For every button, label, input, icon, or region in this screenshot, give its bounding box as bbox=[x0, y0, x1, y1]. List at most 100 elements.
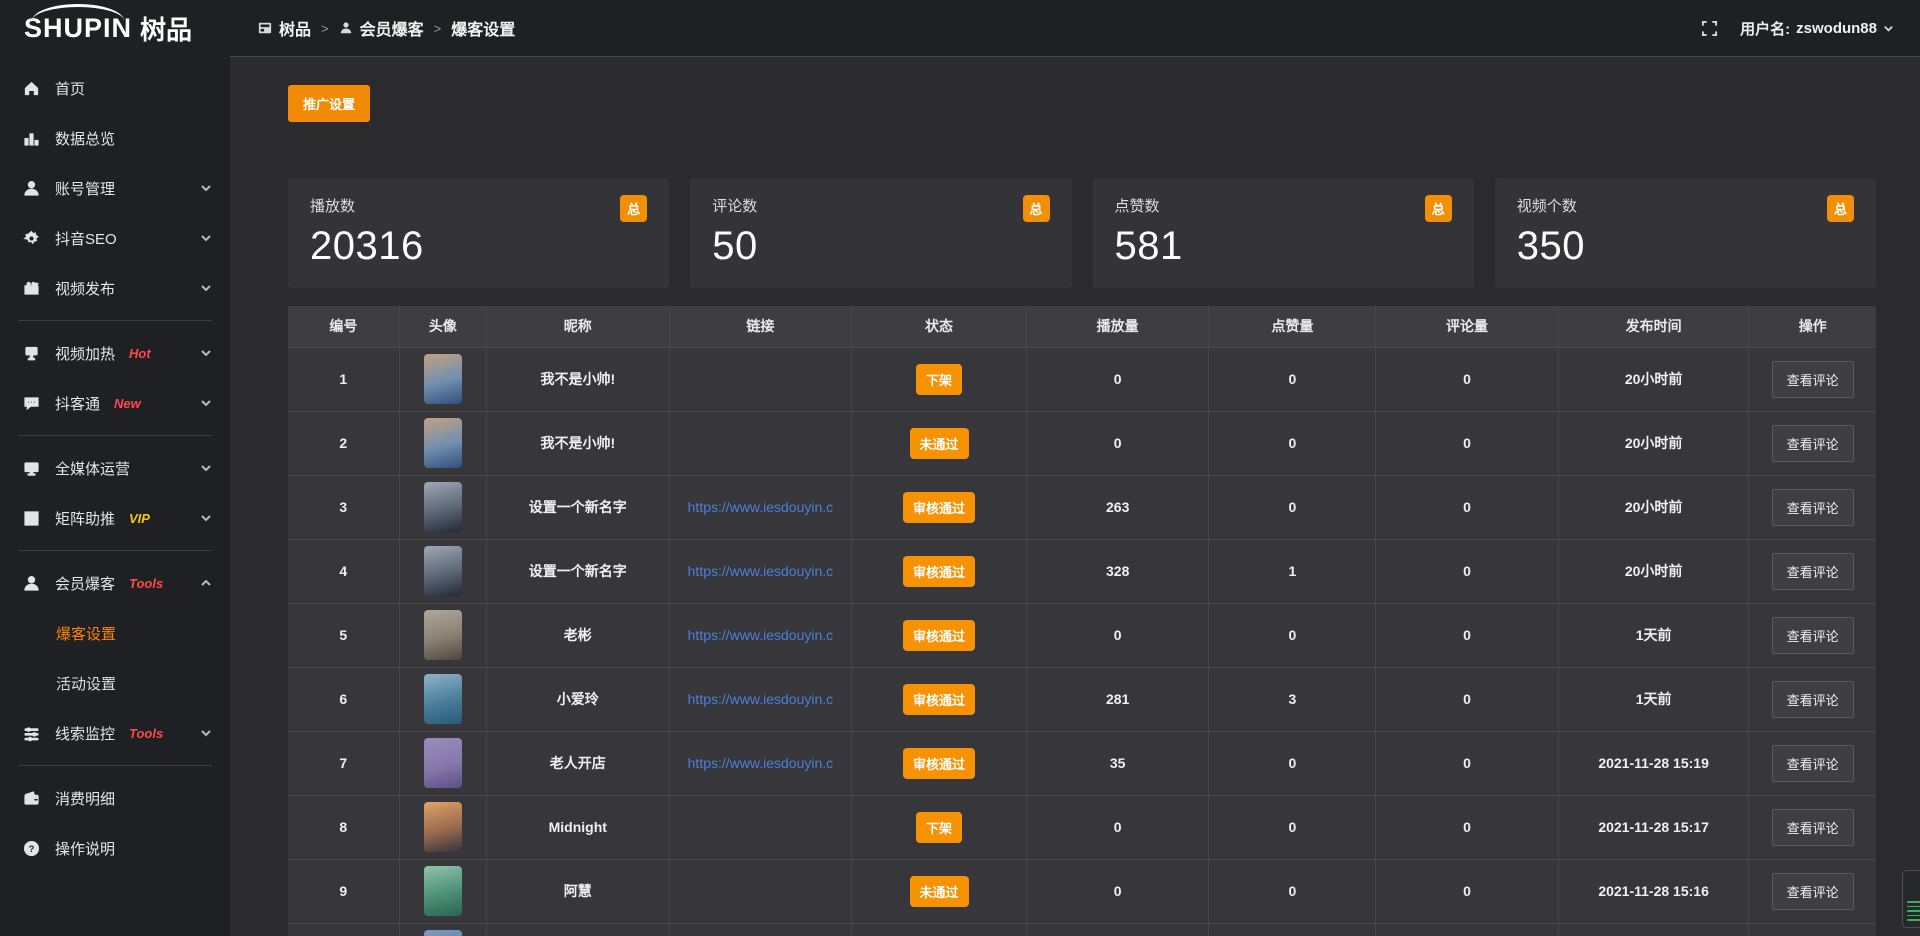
sidebar-item-label: 会员爆客 bbox=[55, 573, 115, 594]
chat-icon bbox=[22, 394, 40, 412]
cell-likes bbox=[1209, 923, 1376, 936]
cell-id: 2 bbox=[288, 411, 399, 475]
sidebar-item-视频发布[interactable]: 视频发布 bbox=[0, 263, 230, 313]
stat-card-评论数: 评论数总50 bbox=[690, 178, 1071, 288]
video-link[interactable]: https://www.iesdouyin.c bbox=[688, 563, 834, 579]
cell-actions: 查看评论 bbox=[1749, 411, 1876, 475]
sidebar-item-消费明细[interactable]: 消费明细 bbox=[0, 773, 230, 823]
breadcrumb-item-member[interactable]: 会员爆客 bbox=[339, 16, 424, 40]
avatar bbox=[424, 354, 462, 404]
status-badge: 审核通过 bbox=[903, 492, 975, 523]
view-comments-button[interactable]: 查看评论 bbox=[1772, 617, 1854, 654]
cell-nickname: 设置一个新名字 bbox=[486, 539, 669, 603]
sidebar-item-数据总览[interactable]: 数据总览 bbox=[0, 113, 230, 163]
help-icon: ? bbox=[22, 839, 40, 857]
video-link[interactable]: https://www.iesdouyin.c bbox=[688, 755, 834, 771]
breadcrumb-separator: > bbox=[321, 21, 329, 36]
cell-id: 7 bbox=[288, 731, 399, 795]
cell-actions: 查看评论 bbox=[1749, 475, 1876, 539]
chart-icon bbox=[22, 129, 40, 147]
cell-actions: 查看评论 bbox=[1749, 795, 1876, 859]
sidebar-divider bbox=[18, 320, 212, 321]
sidebar-item-视频加热[interactable]: 视频加热Hot bbox=[0, 328, 230, 378]
cell-time: 20小时前 bbox=[1558, 539, 1749, 603]
view-comments-button[interactable]: 查看评论 bbox=[1772, 361, 1854, 398]
status-badge: 下架 bbox=[916, 812, 962, 843]
sidebar-item-抖音SEO[interactable]: 抖音SEO bbox=[0, 213, 230, 263]
cell-link bbox=[669, 795, 852, 859]
sidebar-item-label: 矩阵助推 bbox=[55, 508, 115, 529]
video-icon bbox=[22, 279, 40, 297]
sidebar-item-全媒体运营[interactable]: 全媒体运营 bbox=[0, 443, 230, 493]
cell-nickname: 小爱玲 bbox=[486, 667, 669, 731]
view-comments-button[interactable]: 查看评论 bbox=[1772, 873, 1854, 910]
cell-link bbox=[669, 923, 852, 936]
cell-time: 20小时前 bbox=[1558, 475, 1749, 539]
cell-time: 2021-11-28 15:19 bbox=[1558, 731, 1749, 795]
heat-icon bbox=[22, 344, 40, 362]
brand-logo[interactable]: SHUPIN 树品 bbox=[0, 0, 230, 57]
user-menu[interactable]: 用户名: zswodun88 bbox=[1740, 18, 1894, 39]
cell-actions: 查看评论 bbox=[1749, 667, 1876, 731]
cell-plays bbox=[1026, 923, 1209, 936]
sidebar-subitem-爆客设置[interactable]: 爆客设置 bbox=[0, 608, 230, 658]
column-header-发布时间: 发布时间 bbox=[1558, 306, 1749, 347]
sidebar-item-首页[interactable]: 首页 bbox=[0, 63, 230, 113]
column-header-评论量: 评论量 bbox=[1376, 306, 1559, 347]
cell-nickname: 老人开店 bbox=[486, 731, 669, 795]
cell-comments: 0 bbox=[1376, 667, 1559, 731]
cell-comments: 0 bbox=[1376, 475, 1559, 539]
sidebar-item-操作说明[interactable]: ?操作说明 bbox=[0, 823, 230, 873]
cell-nickname: 老彬 bbox=[486, 603, 669, 667]
table-row: 4设置一个新名字https://www.iesdouyin.c审核通过32810… bbox=[288, 539, 1876, 603]
avatar bbox=[424, 482, 462, 532]
svg-text:?: ? bbox=[28, 843, 34, 854]
stat-card-播放数: 播放数总20316 bbox=[288, 178, 669, 288]
sidebar-item-会员爆客[interactable]: 会员爆客Tools bbox=[0, 558, 230, 608]
promo-settings-button[interactable]: 推广设置 bbox=[288, 85, 370, 122]
cell-avatar bbox=[399, 539, 486, 603]
cell-nickname: Midnight bbox=[486, 795, 669, 859]
cell-status: 下架 bbox=[852, 347, 1027, 411]
sidebar-item-矩阵助推[interactable]: 矩阵助推VIP bbox=[0, 493, 230, 543]
sidebar-item-账号管理[interactable]: 账号管理 bbox=[0, 163, 230, 213]
avatar bbox=[424, 930, 462, 936]
wallet-icon bbox=[22, 789, 40, 807]
sidebar: SHUPIN 树品 首页数据总览账号管理抖音SEO视频发布视频加热Hot抖客通N… bbox=[0, 0, 230, 936]
cell-likes: 1 bbox=[1209, 539, 1376, 603]
cell-actions: 查看评论 bbox=[1749, 859, 1876, 923]
cell-nickname: 阿慧 bbox=[486, 859, 669, 923]
topbar: 树品 > 会员爆客 > 爆客设置 用户名: zswodun88 bbox=[230, 0, 1920, 57]
view-comments-button[interactable]: 查看评论 bbox=[1772, 553, 1854, 590]
cell-likes: 0 bbox=[1209, 731, 1376, 795]
view-comments-button[interactable]: 查看评论 bbox=[1772, 425, 1854, 462]
sidebar-item-抖客通[interactable]: 抖客通New bbox=[0, 378, 230, 428]
sidebar-subitem-活动设置[interactable]: 活动设置 bbox=[0, 658, 230, 708]
cell-plays: 0 bbox=[1026, 603, 1209, 667]
gear-icon bbox=[22, 229, 40, 247]
view-comments-button[interactable]: 查看评论 bbox=[1772, 745, 1854, 782]
chevron-down-icon bbox=[200, 232, 212, 244]
fullscreen-button[interactable] bbox=[1701, 20, 1718, 37]
total-badge: 总 bbox=[620, 195, 647, 222]
view-comments-button[interactable]: 查看评论 bbox=[1772, 681, 1854, 718]
sidebar-divider bbox=[18, 550, 212, 551]
cell-nickname bbox=[486, 923, 669, 936]
table-row: 7老人开店https://www.iesdouyin.c审核通过35002021… bbox=[288, 731, 1876, 795]
stat-label: 播放数 bbox=[310, 195, 355, 216]
view-comments-button[interactable]: 查看评论 bbox=[1772, 809, 1854, 846]
floating-plugin-widget[interactable] bbox=[1902, 870, 1920, 928]
video-link[interactable]: https://www.iesdouyin.c bbox=[688, 499, 834, 515]
video-link[interactable]: https://www.iesdouyin.c bbox=[688, 691, 834, 707]
breadcrumb-item-home[interactable]: 树品 bbox=[258, 16, 311, 40]
sidebar-item-label: 视频加热 bbox=[55, 343, 115, 364]
stat-value: 350 bbox=[1517, 224, 1854, 269]
view-comments-button[interactable]: 查看评论 bbox=[1772, 489, 1854, 526]
cell-status: 未通过 bbox=[852, 859, 1027, 923]
brand-logo-cn: 树品 bbox=[140, 10, 192, 47]
video-link[interactable]: https://www.iesdouyin.c bbox=[688, 627, 834, 643]
cell-actions: 查看评论 bbox=[1749, 347, 1876, 411]
chevron-down-icon bbox=[1883, 23, 1894, 34]
sidebar-item-线索监控[interactable]: 线索监控Tools bbox=[0, 708, 230, 758]
member-icon bbox=[22, 574, 40, 592]
